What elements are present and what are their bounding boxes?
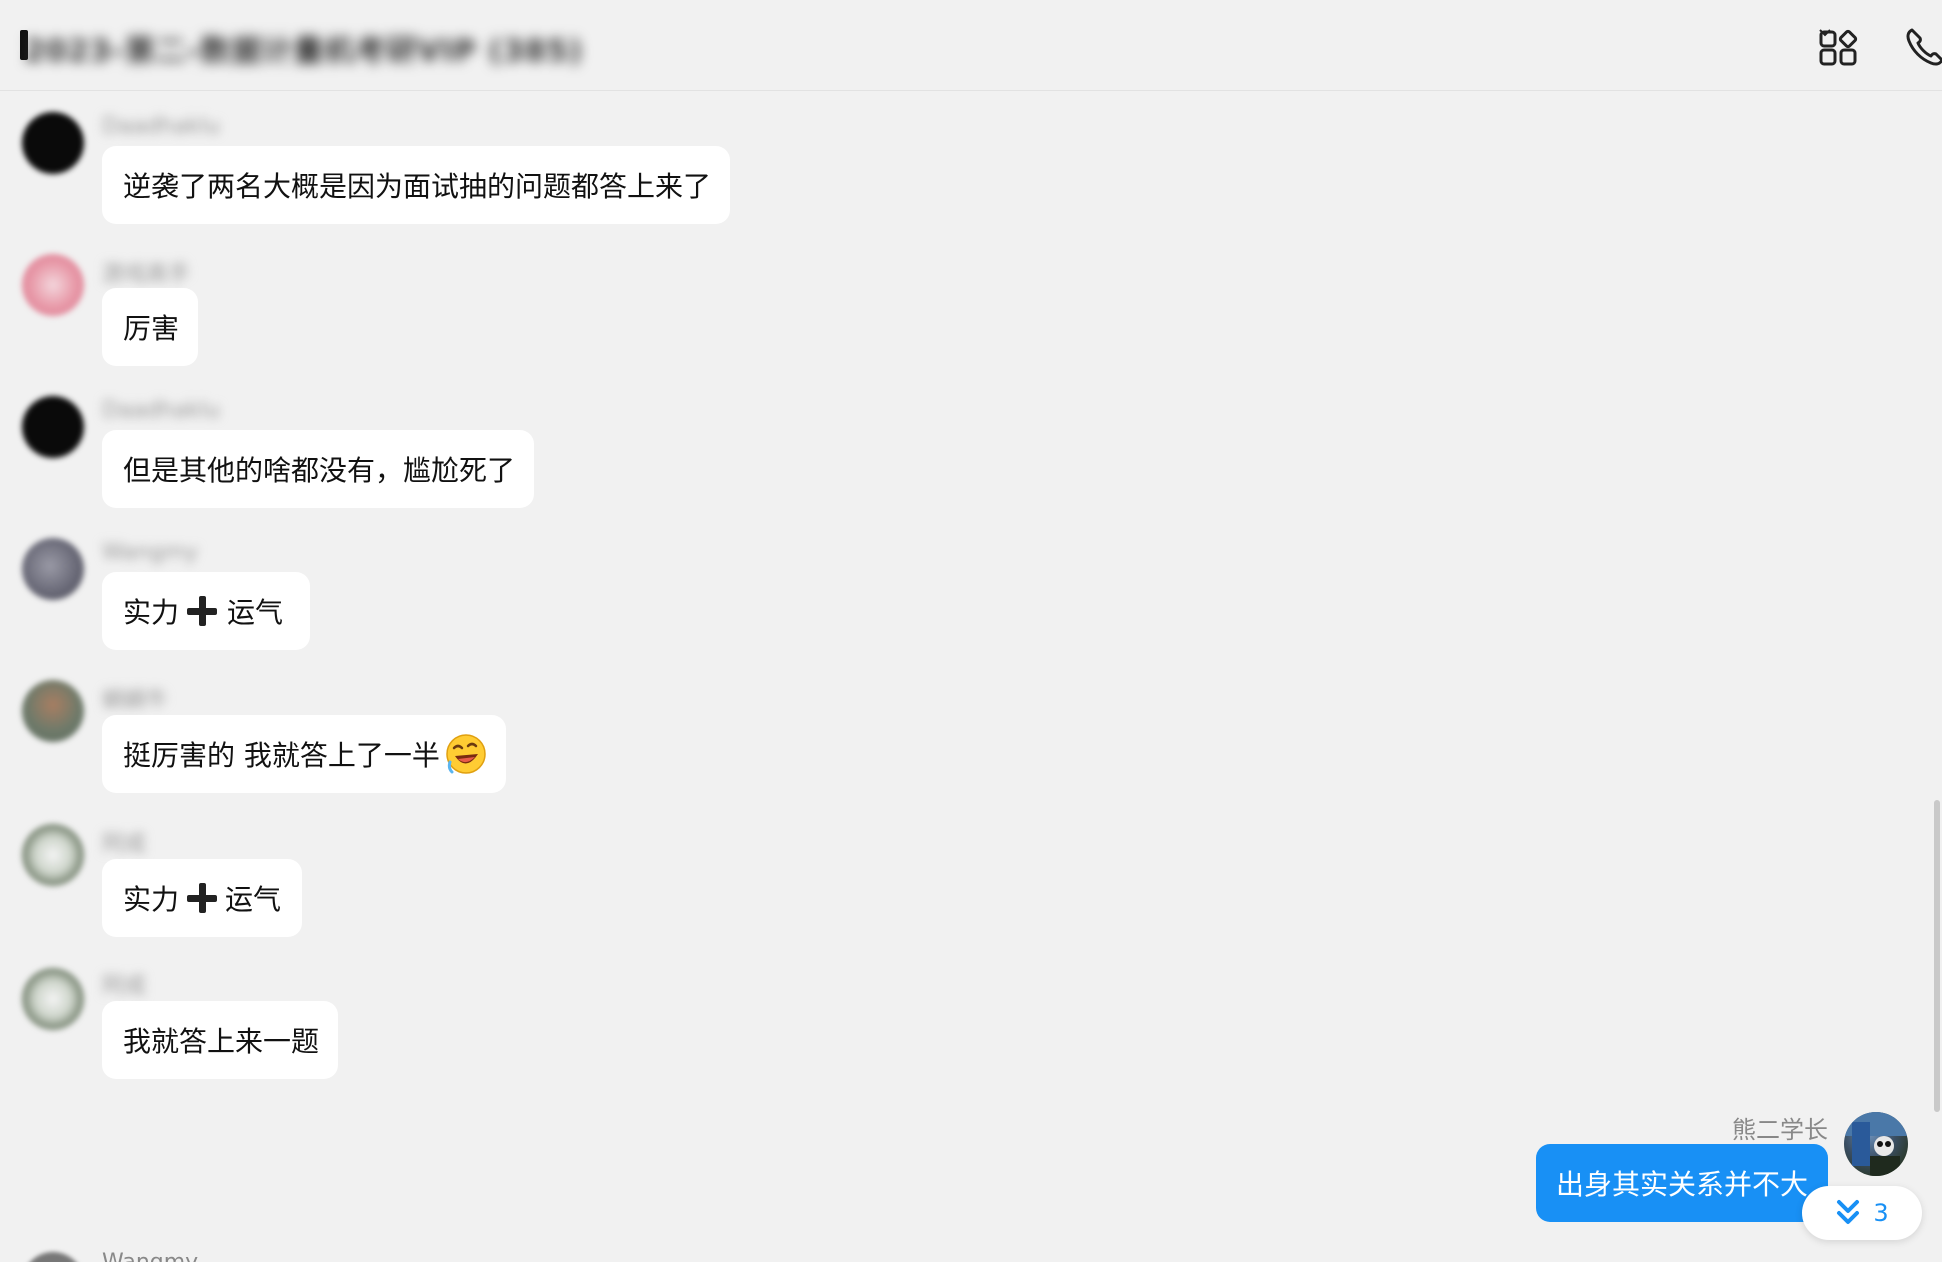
message-bubble[interactable]: 厉害 <box>102 288 198 366</box>
sender-name[interactable]: Daadhaklu <box>102 114 220 139</box>
avatar[interactable] <box>22 1252 84 1262</box>
own-avatar[interactable] <box>1844 1112 1908 1176</box>
message-text: 运气 <box>224 883 281 916</box>
avatar[interactable] <box>22 396 84 458</box>
call-button[interactable] <box>1904 26 1942 68</box>
sender-name[interactable]: Daadhaklu <box>102 398 220 423</box>
message-text: 实力 <box>123 596 180 629</box>
sender-name[interactable]: Wangmy <box>102 1250 198 1262</box>
avatar[interactable] <box>22 968 84 1030</box>
message-bubble[interactable]: 实力 运气 <box>102 859 302 937</box>
message-bubble[interactable]: 实力 运气 <box>102 572 310 650</box>
scrollbar-thumb[interactable] <box>1934 800 1940 1112</box>
phone-icon <box>1906 28 1942 66</box>
heavy-plus-icon <box>185 881 217 915</box>
unread-jump-button[interactable]: 3 <box>1802 1186 1922 1240</box>
message-text: 挺厉害的 我就答上了一半 <box>123 739 440 772</box>
chat-title[interactable]: 2023-第二-数据计量机考研VIP (385) <box>24 26 583 70</box>
unread-count: 3 <box>1873 1199 1889 1227</box>
message-text: 实力 <box>123 883 180 916</box>
sender-name[interactable]: 游戏高手 <box>102 256 190 288</box>
laughing-crying-emoji-icon <box>444 732 488 776</box>
sender-name[interactable]: 阿成 <box>102 968 146 1000</box>
chat-header: 2023-第二-数据计量机考研VIP (385) <box>0 0 1942 91</box>
avatar-photo-icon <box>1844 1112 1908 1176</box>
sender-name[interactable]: 蜗蜗牛 <box>102 682 168 714</box>
message-bubble[interactable]: 挺厉害的 我就答上了一半 <box>102 715 506 793</box>
sender-name[interactable]: 阿成 <box>102 826 146 858</box>
avatar[interactable] <box>22 254 84 316</box>
avatar[interactable] <box>22 824 84 886</box>
avatar[interactable] <box>22 538 84 600</box>
chat-window: 2023-第二-数据计量机考研VIP (385) Daadhaklu 逆袭了两名… <box>0 0 1942 1262</box>
heavy-plus-icon <box>185 594 219 628</box>
message-bubble[interactable]: 但是其他的啥都没有，尴尬死了 <box>102 430 534 508</box>
avatar[interactable] <box>22 680 84 742</box>
own-sender-name: 熊二学长 <box>1732 1116 1828 1144</box>
message-bubble[interactable]: 逆袭了两名大概是因为面试抽的问题都答上来了 <box>102 146 730 224</box>
sender-name[interactable]: Wangmy <box>102 540 198 565</box>
apps-menu-button[interactable] <box>1818 28 1882 68</box>
avatar[interactable] <box>22 112 84 174</box>
chevron-down-icon <box>1819 29 1831 37</box>
double-chevron-down-icon <box>1837 1200 1860 1224</box>
own-message-bubble[interactable]: 出身其实关系并不大 <box>1536 1144 1828 1222</box>
message-bubble[interactable]: 我就答上来一题 <box>102 1001 338 1079</box>
message-text: 运气 <box>227 596 284 629</box>
